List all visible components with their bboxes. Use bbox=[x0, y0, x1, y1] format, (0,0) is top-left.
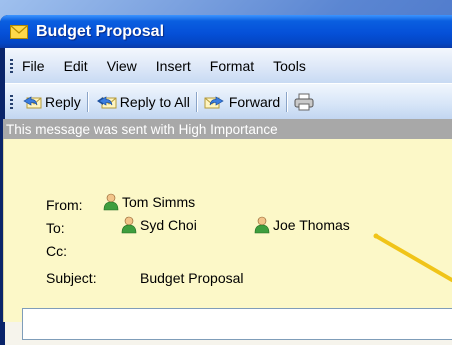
window-title: Budget Proposal bbox=[36, 22, 165, 40]
toolbar-separator bbox=[86, 91, 89, 112]
menu-grip[interactable] bbox=[10, 58, 13, 73]
toolbar-separator bbox=[195, 91, 198, 112]
reply-all-icon bbox=[96, 95, 117, 108]
menu-view[interactable]: View bbox=[107, 58, 137, 74]
print-icon bbox=[294, 93, 314, 110]
message-body[interactable] bbox=[22, 308, 452, 340]
reply-button[interactable]: Reply bbox=[22, 94, 81, 110]
to-label: To: bbox=[46, 220, 65, 236]
contact-icon bbox=[254, 216, 270, 234]
menu-file[interactable]: File bbox=[22, 58, 45, 74]
subject-value: Budget Proposal bbox=[140, 270, 244, 286]
forward-icon bbox=[204, 95, 224, 108]
menu-format[interactable]: Format bbox=[210, 58, 254, 74]
menu-insert[interactable]: Insert bbox=[156, 58, 191, 74]
forward-label: Forward bbox=[228, 93, 281, 110]
contact-icon bbox=[121, 216, 137, 234]
reply-icon bbox=[23, 95, 42, 108]
toolbar-separator bbox=[286, 91, 289, 112]
contact-icon bbox=[103, 193, 119, 211]
cc-label: Cc: bbox=[46, 243, 67, 259]
reply-all-button[interactable]: Reply to All bbox=[95, 94, 190, 110]
print-button[interactable] bbox=[294, 93, 317, 111]
from-contact[interactable]: Tom Simms bbox=[103, 193, 195, 211]
envelope-icon bbox=[10, 25, 28, 39]
toolbar-grip[interactable] bbox=[10, 94, 13, 109]
message-header: From: Tom Simms To: Syd Choi Joe Thomas … bbox=[3, 139, 452, 322]
title-bar[interactable]: Budget Proposal bbox=[0, 15, 452, 48]
importance-banner: This message was sent with High Importan… bbox=[3, 119, 452, 139]
standard-toolbar: Reply Reply to All Forward bbox=[5, 83, 452, 119]
reply-all-label: Reply to All bbox=[119, 93, 190, 110]
from-name: Tom Simms bbox=[122, 194, 196, 210]
to-contact[interactable]: Joe Thomas bbox=[254, 216, 350, 234]
menu-tools[interactable]: Tools bbox=[273, 58, 306, 74]
to-contact[interactable]: Syd Choi bbox=[121, 216, 197, 234]
subject-label: Subject: bbox=[46, 270, 97, 286]
menu-edit[interactable]: Edit bbox=[64, 58, 88, 74]
forward-button[interactable]: Forward bbox=[204, 94, 280, 110]
to-name: Syd Choi bbox=[140, 217, 197, 233]
to-name: Joe Thomas bbox=[273, 217, 350, 233]
menu-bar: File Edit View Insert Format Tools bbox=[5, 48, 452, 83]
from-label: From: bbox=[46, 197, 83, 213]
reply-label: Reply bbox=[45, 93, 81, 110]
